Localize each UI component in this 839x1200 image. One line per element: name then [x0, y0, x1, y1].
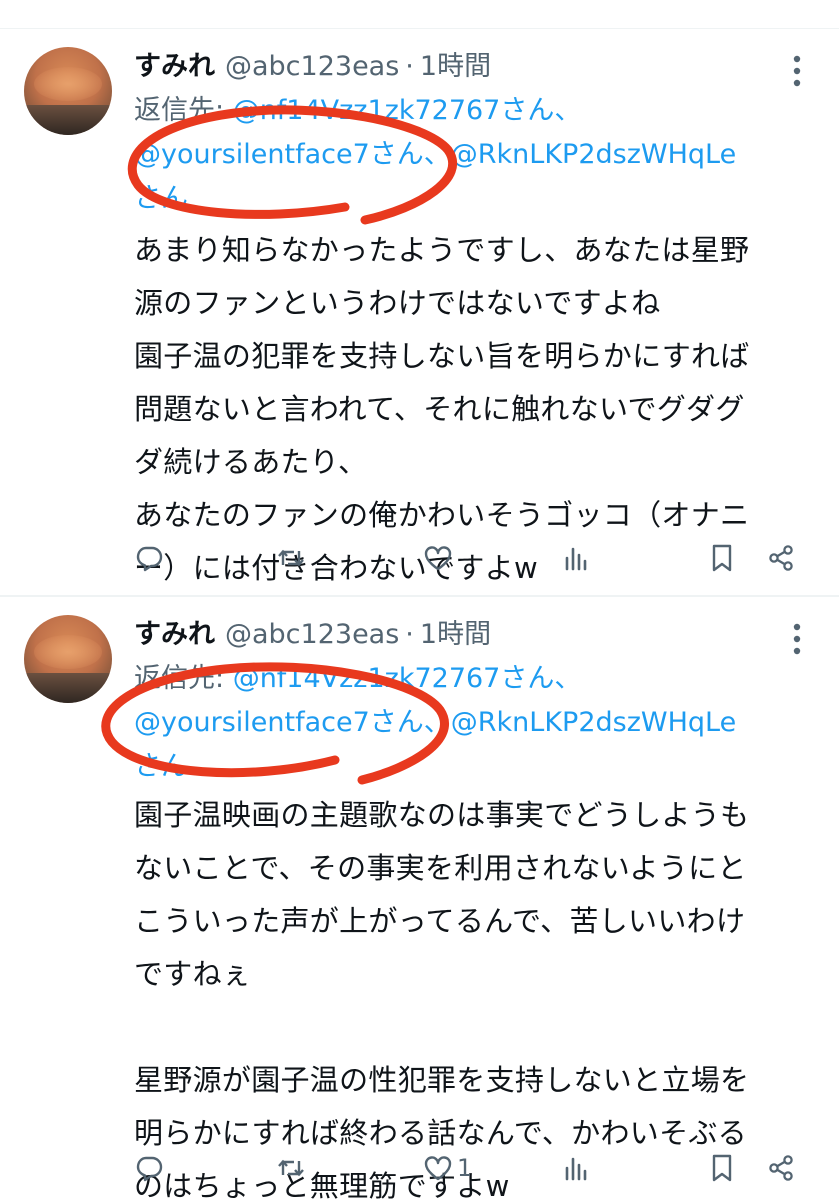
tweet-body-line: あなたのファンの俺かわいそうゴッコ（オナニ [134, 498, 750, 532]
tweet-body-line: ダ続けるあたり、 [134, 445, 368, 479]
bookmark-button[interactable] [707, 536, 737, 580]
tweet-body-line: ないことで、その事実を利用されないようにと [134, 851, 747, 885]
like-button[interactable]: 1 [423, 1146, 472, 1190]
top-divider [0, 0, 839, 29]
tweet-header: すみれ @abc123eas · 1時間 [134, 47, 491, 87]
retweet-button[interactable] [276, 1146, 306, 1190]
tweet-card[interactable]: すみれ @abc123eas · 1時間 返信先: @nf14Vzz1zk727… [0, 29, 839, 597]
tweet-header: すみれ @abc123eas · 1時間 [134, 615, 491, 655]
reply-mention-3-suffix[interactable]: さん [134, 751, 188, 782]
like-button[interactable] [423, 536, 457, 580]
tweet-body-line: 問題ないと言われて、それに触れないでグダグ [134, 392, 745, 426]
timestamp[interactable]: 1時間 [420, 615, 491, 655]
retweet-icon [278, 1159, 304, 1177]
views-icon [565, 547, 587, 571]
like-icon [424, 1156, 452, 1181]
share-icon [769, 545, 793, 571]
tweet-actions [134, 536, 814, 580]
reply-separator: 、 [423, 139, 451, 170]
views-button[interactable] [562, 536, 592, 580]
avatar[interactable] [24, 615, 112, 703]
tweet-body-line: 源のファンというわけではないですよね [134, 286, 661, 320]
bookmark-button[interactable] [707, 1146, 737, 1190]
retweet-button[interactable] [276, 536, 306, 580]
share-icon [769, 1155, 793, 1181]
reply-mention-1[interactable]: @nf14Vzz1zk72767さん、 [233, 95, 582, 126]
author-name[interactable]: すみれ [134, 47, 215, 87]
tweet-body-line [134, 1001, 824, 1054]
more-options-icon[interactable] [787, 621, 807, 657]
reply-mention-1[interactable]: @nf14Vzz1zk72767さん、 [233, 663, 582, 694]
share-button[interactable] [766, 1146, 796, 1190]
reply-prefix: 返信先: [134, 663, 233, 694]
reply-mention-2[interactable]: @yoursilentface7さん [134, 707, 424, 738]
author-handle[interactable]: @abc123eas [225, 47, 399, 87]
timestamp[interactable]: 1時間 [420, 47, 491, 87]
reply-mention-3[interactable]: @RknLKP2dszWHqLe [451, 707, 736, 738]
tweet-body-line: 園子温映画の主題歌なのは事実でどうしようも [134, 798, 750, 832]
share-button[interactable] [766, 536, 796, 580]
reply-button[interactable] [134, 536, 164, 580]
bookmark-icon [712, 544, 732, 572]
bookmark-icon [712, 1154, 732, 1182]
reply-to-block: 返信先: @nf14Vzz1zk72767さん、 @yoursilentface… [134, 89, 824, 221]
reply-mention-3[interactable]: @RknLKP2dszWHqLe [451, 139, 736, 170]
reply-mention-2[interactable]: @yoursilentface7さん [134, 139, 424, 170]
like-count: 1 [457, 1154, 473, 1182]
reply-to-block: 返信先: @nf14Vzz1zk72767さん、 @yoursilentface… [134, 657, 824, 789]
tweet-body-line: 星野源が園子温の性犯罪を支持しないと立場を [134, 1063, 750, 1097]
reply-mention-3-suffix[interactable]: さん [134, 183, 188, 214]
more-options-icon[interactable] [787, 53, 807, 89]
tweet-body-line: こういった声が上がってるんで、苦しいいわけ [134, 904, 746, 938]
retweet-icon [278, 549, 304, 567]
reply-prefix: 返信先: [134, 95, 233, 126]
tweet-body-line: ですねぇ [134, 957, 252, 991]
author-name[interactable]: すみれ [134, 615, 215, 655]
reply-separator: 、 [423, 707, 451, 738]
header-separator: · [405, 51, 414, 82]
tweet-body: 園子温映画の主題歌なのは事実でどうしようも ないことで、その事実を利用されないよ… [134, 789, 824, 1200]
tweet-card[interactable]: すみれ @abc123eas · 1時間 返信先: @nf14Vzz1zk727… [0, 597, 839, 1200]
author-handle[interactable]: @abc123eas [225, 615, 399, 655]
views-icon [565, 1157, 587, 1181]
avatar[interactable] [24, 47, 112, 135]
reply-icon [136, 546, 163, 572]
reply-button[interactable] [134, 1146, 164, 1190]
like-icon [424, 546, 452, 571]
tweet-actions: 1 [134, 1146, 814, 1190]
header-separator: · [405, 619, 414, 650]
tweet-body-line: あまり知らなかったようですし、あなたは星野 [134, 233, 750, 267]
views-button[interactable] [562, 1146, 592, 1190]
reply-icon [136, 1156, 163, 1182]
tweet-body-line: 園子温の犯罪を支持しない旨を明らかにすれば [134, 339, 750, 373]
